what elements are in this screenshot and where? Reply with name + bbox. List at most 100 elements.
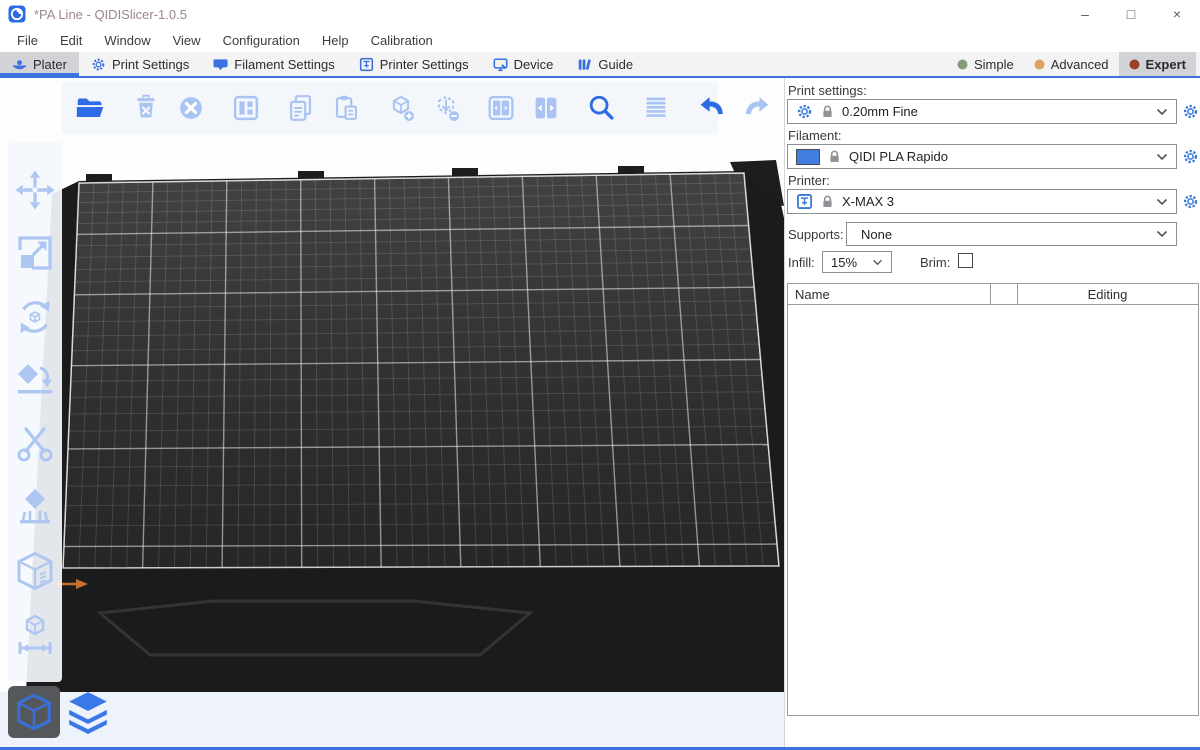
titlebar: *PA Line - QIDISlicer-1.0.5 – □ × bbox=[0, 0, 1200, 28]
undo-icon bbox=[694, 91, 728, 125]
print-settings-gear-button[interactable] bbox=[1182, 103, 1199, 120]
measure-icon bbox=[13, 612, 57, 656]
layers-preview-icon bbox=[65, 689, 111, 735]
advanced-mode-dot-icon bbox=[1034, 59, 1045, 70]
mode-selector: Simple Advanced Expert bbox=[947, 52, 1196, 76]
printer-icon bbox=[359, 57, 374, 72]
chevron-down-icon bbox=[872, 259, 883, 266]
tab-filament-settings[interactable]: Filament Settings bbox=[201, 52, 346, 76]
editor-view-button[interactable] bbox=[8, 686, 60, 738]
menu-configuration[interactable]: Configuration bbox=[212, 33, 311, 48]
delete-all-button[interactable] bbox=[174, 90, 208, 126]
simple-mode-dot-icon bbox=[957, 59, 968, 70]
search-icon bbox=[584, 91, 618, 125]
printer-combo[interactable]: X-MAX 3 bbox=[787, 189, 1177, 214]
tab-device[interactable]: Device bbox=[481, 52, 566, 76]
filament-combo[interactable]: QIDI PLA Rapido bbox=[787, 144, 1177, 169]
side-toolbar bbox=[8, 142, 62, 682]
preview-view-button[interactable] bbox=[60, 684, 116, 740]
chevron-down-icon bbox=[1156, 198, 1168, 206]
monitor-icon bbox=[493, 57, 508, 72]
measure-tool-button[interactable] bbox=[13, 612, 57, 656]
cube-3d-view-icon bbox=[13, 691, 55, 733]
seam-cube-icon bbox=[13, 549, 57, 593]
move-tool-button[interactable] bbox=[13, 168, 57, 212]
scissors-icon bbox=[13, 422, 57, 466]
copy-icon bbox=[284, 91, 318, 125]
tab-printer-settings[interactable]: Printer Settings bbox=[347, 52, 481, 76]
move-icon bbox=[13, 168, 57, 212]
copy-button[interactable] bbox=[284, 90, 318, 126]
split-objects-button[interactable] bbox=[484, 90, 518, 126]
window-controls: – □ × bbox=[1062, 0, 1200, 28]
variable-layer-height-button[interactable] bbox=[639, 90, 673, 126]
cut-tool-button[interactable] bbox=[13, 422, 57, 466]
place-on-face-tool-button[interactable] bbox=[13, 358, 57, 402]
chevron-down-icon bbox=[1156, 153, 1168, 161]
tab-guide[interactable]: Guide bbox=[565, 52, 645, 76]
app-logo-icon bbox=[8, 5, 26, 23]
lock-icon bbox=[827, 149, 842, 164]
supports-tool-button[interactable] bbox=[13, 485, 57, 529]
gear-icon bbox=[91, 57, 106, 72]
infill-combo[interactable]: 15% bbox=[822, 251, 892, 273]
menu-view[interactable]: View bbox=[162, 33, 212, 48]
menu-help[interactable]: Help bbox=[311, 33, 360, 48]
split-parts-icon bbox=[529, 91, 563, 125]
printer-gear-button[interactable] bbox=[1182, 193, 1199, 210]
paste-icon bbox=[329, 91, 363, 125]
add-instance-button[interactable] bbox=[384, 90, 418, 126]
trash-icon bbox=[129, 91, 163, 125]
brim-checkbox[interactable] bbox=[958, 253, 973, 268]
mode-advanced[interactable]: Advanced bbox=[1024, 52, 1119, 76]
infill-label: Infill: bbox=[788, 255, 815, 270]
arrange-button[interactable] bbox=[229, 90, 263, 126]
delete-all-icon bbox=[174, 91, 208, 125]
filament-gear-button[interactable] bbox=[1182, 148, 1199, 165]
filament-color-swatch bbox=[796, 149, 820, 165]
seam-tool-button[interactable] bbox=[13, 549, 57, 593]
mode-simple[interactable]: Simple bbox=[947, 52, 1024, 76]
print-settings-combo[interactable]: 0.20mm Fine bbox=[787, 99, 1177, 124]
tab-print-settings[interactable]: Print Settings bbox=[79, 52, 201, 76]
qidislicer-window: *PA Line - QIDISlicer-1.0.5 – □ × File E… bbox=[0, 0, 1200, 750]
add-instance-icon bbox=[384, 91, 418, 125]
menu-calibration[interactable]: Calibration bbox=[360, 33, 444, 48]
delete-button[interactable] bbox=[129, 90, 163, 126]
search-button[interactable] bbox=[584, 90, 618, 126]
supports-combo[interactable]: None bbox=[846, 222, 1177, 246]
remove-instance-button[interactable] bbox=[429, 90, 463, 126]
export-strip: Export G-code bbox=[785, 716, 1200, 750]
print-bed-surface bbox=[63, 173, 779, 568]
tab-plater[interactable]: Plater bbox=[0, 52, 79, 76]
split-objects-icon bbox=[484, 91, 518, 125]
maximize-button[interactable]: □ bbox=[1108, 0, 1154, 28]
split-parts-button[interactable] bbox=[529, 90, 563, 126]
chevron-down-icon bbox=[1156, 108, 1168, 116]
filament-label: Filament: bbox=[788, 128, 841, 143]
expert-mode-dot-icon bbox=[1129, 59, 1140, 70]
close-button[interactable]: × bbox=[1154, 0, 1200, 28]
scale-tool-button[interactable] bbox=[13, 231, 57, 275]
menu-file[interactable]: File bbox=[6, 33, 49, 48]
paste-button[interactable] bbox=[329, 90, 363, 126]
gear-icon bbox=[796, 103, 813, 120]
brim-label: Brim: bbox=[920, 255, 950, 270]
viewport-3d[interactable] bbox=[0, 78, 784, 750]
rotate-tool-button[interactable] bbox=[13, 295, 57, 339]
mode-expert[interactable]: Expert bbox=[1119, 52, 1196, 76]
view-switch bbox=[8, 684, 116, 740]
menu-window[interactable]: Window bbox=[93, 33, 161, 48]
object-list-header: Name Editing bbox=[787, 283, 1199, 305]
lock-icon bbox=[820, 194, 835, 209]
open-project-button[interactable] bbox=[74, 90, 108, 126]
menu-edit[interactable]: Edit bbox=[49, 33, 93, 48]
undo-button[interactable] bbox=[694, 90, 728, 126]
place-on-face-icon bbox=[13, 358, 57, 402]
window-title: *PA Line - QIDISlicer-1.0.5 bbox=[34, 7, 187, 22]
minimize-button[interactable]: – bbox=[1062, 0, 1108, 28]
redo-button[interactable] bbox=[739, 90, 773, 126]
object-list[interactable] bbox=[787, 305, 1199, 716]
print-settings-label: Print settings: bbox=[788, 83, 867, 98]
tabbar: Plater Print Settings Filament Settings … bbox=[0, 52, 1200, 78]
